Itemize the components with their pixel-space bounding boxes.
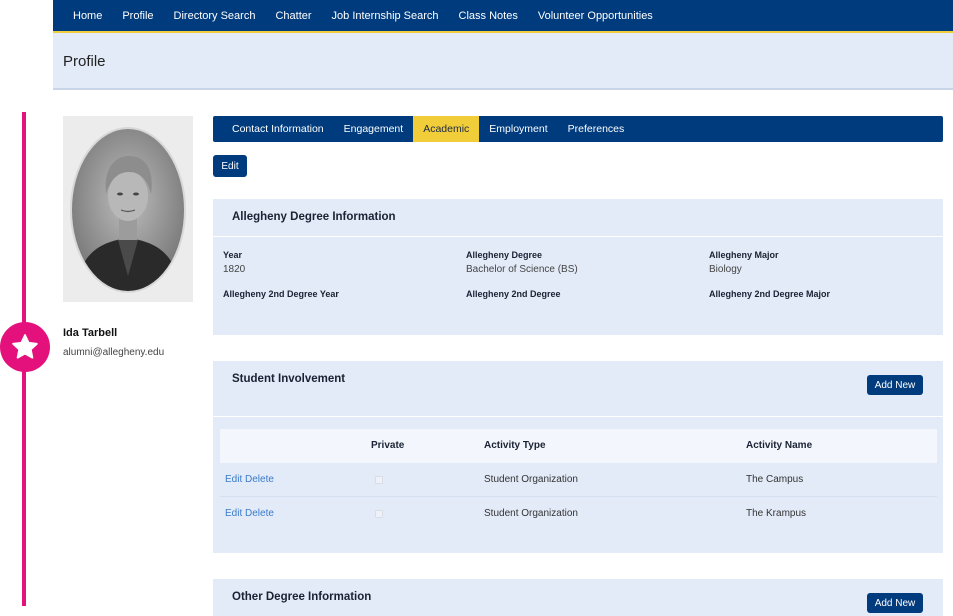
nav-profile[interactable]: Profile — [112, 10, 163, 22]
profile-email: alumni@allegheny.edu — [63, 347, 165, 358]
nav-class-notes[interactable]: Class Notes — [449, 10, 528, 22]
degree-value: Bachelor of Science (BS) — [466, 264, 578, 275]
nav-directory-search[interactable]: Directory Search — [164, 10, 266, 22]
other-degree-panel-title: Other Degree Information — [232, 591, 372, 603]
involvement-table: Private Activity Type Activity Name Edit… — [220, 429, 937, 531]
involvement-panel-title: Student Involvement — [232, 373, 346, 385]
edit-link[interactable]: Edit — [225, 474, 242, 485]
degree-panel: Allegheny Degree Information Year 1820 A… — [213, 199, 943, 335]
private-checkbox[interactable] — [375, 476, 383, 484]
row-actions: Edit Delete — [225, 508, 274, 519]
private-checkbox[interactable] — [375, 510, 383, 518]
app-frame: Home Profile Directory Search Chatter Jo… — [0, 0, 953, 616]
page-header: Profile — [53, 33, 953, 90]
table-row: Edit Delete Student Organization The Cam… — [220, 463, 937, 497]
major-label: Allegheny Major — [709, 250, 779, 260]
year-value: 1820 — [223, 264, 246, 275]
tab-employment[interactable]: Employment — [479, 116, 557, 142]
table-header: Private Activity Type Activity Name — [220, 429, 937, 463]
second-degree-label: Allegheny 2nd Degree — [466, 289, 561, 299]
add-involvement-button[interactable]: Add New — [867, 375, 923, 395]
degree-panel-title: Allegheny Degree Information — [232, 211, 396, 223]
tab-academic[interactable]: Academic — [413, 116, 480, 142]
column-private: Private — [371, 440, 405, 451]
tab-engagement[interactable]: Engagement — [334, 116, 414, 142]
tab-contact-information[interactable]: Contact Information — [222, 116, 334, 142]
top-nav: Home Profile Directory Search Chatter Jo… — [53, 0, 953, 33]
involvement-panel: Student Involvement Add New Private Acti… — [213, 361, 943, 553]
row-actions: Edit Delete — [225, 474, 274, 485]
star-badge — [0, 322, 50, 372]
tab-preferences[interactable]: Preferences — [558, 116, 635, 142]
nav-home[interactable]: Home — [63, 10, 112, 22]
nav-volunteer-opportunities[interactable]: Volunteer Opportunities — [528, 10, 663, 22]
delete-link[interactable]: Delete — [245, 474, 274, 485]
degree-label: Allegheny Degree — [466, 250, 543, 260]
other-degree-panel: Other Degree Information Add New — [213, 579, 943, 616]
edit-link[interactable]: Edit — [225, 508, 242, 519]
divider — [213, 236, 943, 237]
profile-tabs: Contact Information Engagement Academic … — [213, 116, 943, 142]
profile-photo — [63, 116, 193, 302]
column-activity-type: Activity Type — [484, 440, 546, 451]
column-activity-name: Activity Name — [746, 440, 813, 451]
star-icon — [12, 334, 38, 359]
year-label: Year — [223, 250, 243, 260]
nav-chatter[interactable]: Chatter — [265, 10, 321, 22]
second-degree-year-label: Allegheny 2nd Degree Year — [223, 289, 339, 299]
activity-name-cell: The Campus — [746, 474, 804, 485]
major-value: Biology — [709, 264, 742, 275]
activity-type-cell: Student Organization — [484, 508, 578, 519]
activity-name-cell: The Krampus — [746, 508, 807, 519]
profile-name: Ida Tarbell — [63, 327, 118, 339]
delete-link[interactable]: Delete — [245, 508, 274, 519]
table-row: Edit Delete Student Organization The Kra… — [220, 497, 937, 531]
page-title: Profile — [63, 53, 106, 70]
divider — [213, 416, 943, 417]
nav-job-internship-search[interactable]: Job Internship Search — [322, 10, 449, 22]
edit-button[interactable]: Edit — [213, 155, 247, 177]
add-other-degree-button[interactable]: Add New — [867, 593, 923, 613]
second-degree-major-label: Allegheny 2nd Degree Major — [709, 289, 831, 299]
activity-type-cell: Student Organization — [484, 474, 578, 485]
